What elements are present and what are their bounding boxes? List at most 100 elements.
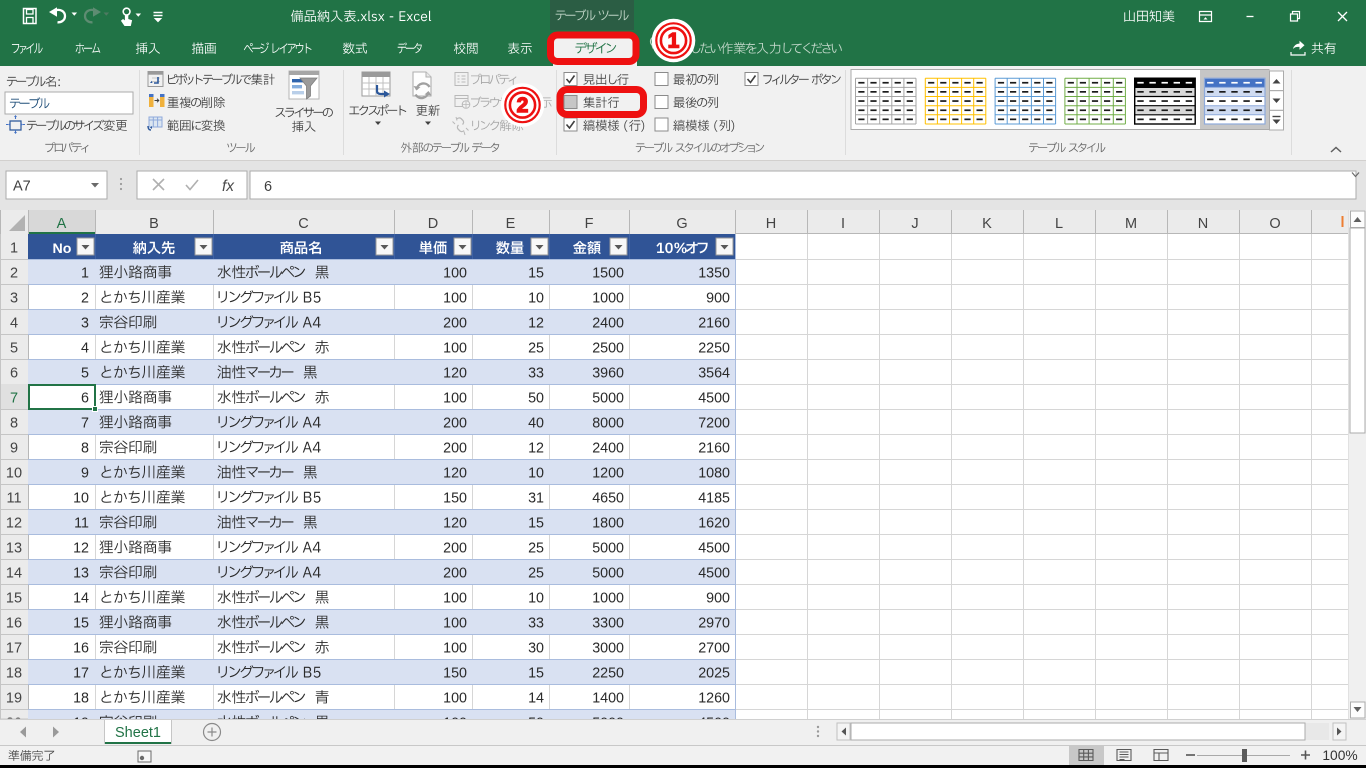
svg-text:5000: 5000 bbox=[592, 391, 624, 407]
svg-text:100: 100 bbox=[443, 341, 467, 357]
svg-text:D: D bbox=[428, 216, 438, 232]
svg-text:1: 1 bbox=[81, 266, 89, 282]
svg-text:1000: 1000 bbox=[592, 291, 624, 307]
svg-text:6: 6 bbox=[264, 179, 272, 195]
svg-text:120: 120 bbox=[443, 466, 467, 482]
svg-text:N: N bbox=[1198, 216, 1208, 232]
svg-text:11: 11 bbox=[74, 516, 89, 532]
svg-text:10: 10 bbox=[528, 591, 544, 607]
svg-text:2250: 2250 bbox=[698, 341, 730, 357]
svg-text:8: 8 bbox=[81, 441, 89, 457]
svg-text:16: 16 bbox=[73, 641, 89, 657]
svg-text:4650: 4650 bbox=[592, 491, 624, 507]
svg-text:10: 10 bbox=[73, 491, 89, 507]
svg-text:1400: 1400 bbox=[592, 691, 624, 707]
svg-text:fx: fx bbox=[222, 178, 235, 195]
svg-text:10: 10 bbox=[6, 466, 22, 482]
svg-text:2500: 2500 bbox=[592, 341, 624, 357]
svg-text:30: 30 bbox=[528, 641, 544, 657]
svg-text:14: 14 bbox=[6, 566, 22, 582]
svg-text:4185: 4185 bbox=[698, 491, 730, 507]
svg-text:I: I bbox=[841, 216, 845, 232]
svg-text:18: 18 bbox=[73, 691, 89, 707]
svg-text:O: O bbox=[1269, 216, 1280, 232]
svg-text:200: 200 bbox=[443, 416, 467, 432]
svg-text:E: E bbox=[506, 216, 516, 232]
svg-text:900: 900 bbox=[706, 291, 730, 307]
svg-text:14: 14 bbox=[528, 691, 544, 707]
svg-text:25: 25 bbox=[528, 541, 544, 557]
svg-text:1350: 1350 bbox=[698, 266, 730, 282]
svg-text:4: 4 bbox=[81, 341, 89, 357]
svg-text:12: 12 bbox=[528, 441, 544, 457]
svg-text:6: 6 bbox=[10, 366, 18, 382]
svg-text:31: 31 bbox=[528, 491, 544, 507]
svg-text:2: 2 bbox=[517, 94, 529, 117]
svg-text:200: 200 bbox=[443, 441, 467, 457]
svg-text:15: 15 bbox=[73, 616, 89, 632]
svg-text:4500: 4500 bbox=[698, 541, 730, 557]
svg-text:3960: 3960 bbox=[592, 366, 624, 382]
svg-text:A: A bbox=[57, 216, 67, 232]
svg-text:13: 13 bbox=[73, 566, 89, 582]
svg-text:100: 100 bbox=[443, 266, 467, 282]
svg-text:8000: 8000 bbox=[592, 416, 624, 432]
svg-text:9: 9 bbox=[81, 466, 89, 482]
svg-text:200: 200 bbox=[443, 541, 467, 557]
svg-text:7: 7 bbox=[81, 416, 89, 432]
svg-text:11: 11 bbox=[6, 491, 21, 507]
svg-text:200: 200 bbox=[443, 316, 467, 332]
svg-text:4500: 4500 bbox=[698, 391, 730, 407]
svg-text:4: 4 bbox=[10, 316, 18, 332]
svg-text:7: 7 bbox=[10, 391, 18, 407]
svg-text:15: 15 bbox=[528, 266, 544, 282]
svg-text:L: L bbox=[1055, 216, 1063, 232]
svg-text:3564: 3564 bbox=[698, 366, 730, 382]
svg-text:1080: 1080 bbox=[698, 466, 730, 482]
svg-text:15: 15 bbox=[6, 591, 22, 607]
svg-text:J: J bbox=[911, 216, 918, 232]
svg-text:4500: 4500 bbox=[698, 566, 730, 582]
svg-text:200: 200 bbox=[443, 566, 467, 582]
svg-text:17: 17 bbox=[73, 666, 89, 682]
svg-text:2160: 2160 bbox=[698, 316, 730, 332]
svg-text:9: 9 bbox=[10, 441, 18, 457]
svg-text:No: No bbox=[53, 241, 72, 257]
svg-text:33: 33 bbox=[528, 616, 544, 632]
svg-text:10: 10 bbox=[528, 466, 544, 482]
svg-text:1000: 1000 bbox=[592, 591, 624, 607]
svg-text:16: 16 bbox=[6, 616, 22, 632]
svg-text:100: 100 bbox=[443, 591, 467, 607]
svg-text:15: 15 bbox=[528, 516, 544, 532]
svg-text:1260: 1260 bbox=[698, 691, 730, 707]
svg-text:25: 25 bbox=[528, 566, 544, 582]
svg-text:5: 5 bbox=[81, 366, 89, 382]
svg-text:18: 18 bbox=[6, 666, 22, 682]
svg-text:3: 3 bbox=[81, 316, 89, 332]
svg-text:33: 33 bbox=[528, 366, 544, 382]
svg-text:A7: A7 bbox=[13, 179, 31, 195]
svg-text:2250: 2250 bbox=[592, 666, 624, 682]
svg-text:1620: 1620 bbox=[698, 516, 730, 532]
svg-text:5: 5 bbox=[10, 341, 18, 357]
svg-text:1: 1 bbox=[668, 30, 680, 53]
svg-text:2: 2 bbox=[10, 266, 18, 282]
svg-text:8: 8 bbox=[10, 416, 18, 432]
svg-text:3000: 3000 bbox=[592, 641, 624, 657]
svg-text:6: 6 bbox=[81, 391, 89, 407]
svg-text:5000: 5000 bbox=[592, 541, 624, 557]
svg-text:3: 3 bbox=[10, 291, 18, 307]
svg-text:7200: 7200 bbox=[698, 416, 730, 432]
svg-text:1200: 1200 bbox=[592, 466, 624, 482]
svg-text:2025: 2025 bbox=[698, 666, 730, 682]
svg-text:2400: 2400 bbox=[592, 441, 624, 457]
svg-text:2700: 2700 bbox=[698, 641, 730, 657]
svg-text:F: F bbox=[585, 216, 594, 232]
svg-text:100: 100 bbox=[443, 691, 467, 707]
svg-text:G: G bbox=[676, 216, 687, 232]
svg-text:25: 25 bbox=[528, 341, 544, 357]
svg-text:K: K bbox=[982, 216, 992, 232]
svg-text:100%: 100% bbox=[1322, 748, 1357, 763]
svg-text:B: B bbox=[149, 216, 159, 232]
svg-text:40: 40 bbox=[528, 416, 544, 432]
